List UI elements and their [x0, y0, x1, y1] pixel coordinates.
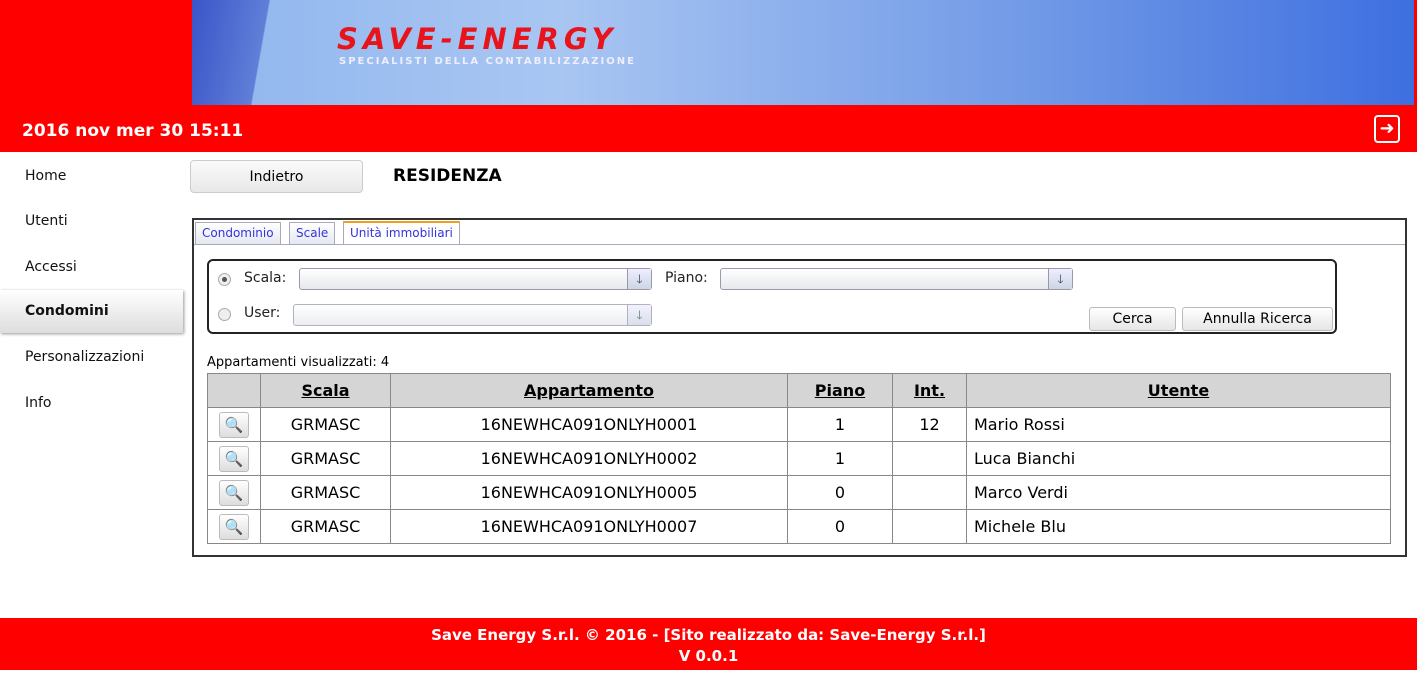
results-count: Appartamenti visualizzati: 4: [207, 355, 390, 370]
cell-scala: GRMASC: [260, 475, 391, 510]
user-label: User:: [244, 305, 281, 321]
cell-utente: Luca Bianchi: [966, 441, 1391, 476]
cell-utente: Mario Rossi: [966, 407, 1391, 442]
header-utente[interactable]: Utente: [966, 373, 1391, 408]
header-piano[interactable]: Piano: [787, 373, 893, 408]
cell-appartamento: 16NEWHCA091ONLYH0007: [390, 509, 788, 544]
cell-scala: GRMASC: [260, 509, 391, 544]
sidebar-item-utenti[interactable]: Utenti: [0, 200, 183, 243]
header-banner: SAVE-ENERGY SPECIALISTI DELLA CONTABILIZ…: [192, 0, 1417, 105]
cell-utente: Marco Verdi: [966, 475, 1391, 510]
header-action: [207, 373, 261, 408]
header-appartamento[interactable]: Appartamento: [390, 373, 788, 408]
piano-label: Piano:: [665, 270, 708, 286]
view-cell: 🔍: [207, 407, 261, 442]
back-button[interactable]: Indietro: [190, 160, 363, 193]
magnifier-icon[interactable]: 🔍: [219, 411, 249, 438]
cell-int: [892, 509, 967, 544]
scala-select[interactable]: 🡓: [299, 268, 652, 290]
logo-slogan: SPECIALISTI DELLA CONTABILIZZAZIONE: [339, 56, 636, 67]
tab-scale[interactable]: Scale: [289, 222, 336, 244]
cell-scala: GRMASC: [260, 441, 391, 476]
cell-int: 12: [892, 407, 967, 442]
table-row: 🔍 GRMASC 16NEWHCA091ONLYH0007 0 Michele Blu: [207, 509, 1391, 544]
table-row: 🔍 GRMASC 16NEWHCA091ONLYH0001 1 12 Mario Ross…: [207, 407, 1391, 442]
cell-appartamento: 16NEWHCA091ONLYH0002: [390, 441, 788, 476]
logo: SAVE-ENERGY: [337, 22, 618, 56]
sidebar-item-accessi[interactable]: Accessi: [0, 246, 183, 289]
tab-divider: [194, 244, 1405, 245]
magnifier-icon[interactable]: 🔍: [219, 513, 249, 540]
piano-select[interactable]: 🡓: [720, 268, 1073, 290]
cell-int: [892, 441, 967, 476]
building-image: [192, 0, 302, 105]
user-radio[interactable]: [218, 308, 231, 321]
sidebar-item-personalizzazioni[interactable]: Personalizzazioni: [0, 336, 183, 379]
view-cell: 🔍: [207, 441, 261, 476]
cell-piano: 0: [787, 475, 893, 510]
footer-copyright: Save Energy S.r.l. © 2016 - [Sito realiz…: [431, 626, 986, 644]
view-cell: 🔍: [207, 475, 261, 510]
tab-unita-immobiliari[interactable]: Unità immobiliari: [343, 221, 460, 244]
cell-appartamento: 16NEWHCA091ONLYH0005: [390, 475, 788, 510]
sidebar-item-condomini[interactable]: Condomini: [0, 290, 183, 333]
tab-condominio[interactable]: Condominio: [195, 222, 281, 244]
user-select[interactable]: 🡓: [293, 304, 652, 326]
footer-version: V 0.0.1: [678, 647, 739, 665]
scala-label: Scala:: [244, 270, 287, 286]
table-row: 🔍 GRMASC 16NEWHCA091ONLYH0002 1 Luca Bianchi: [207, 441, 1391, 476]
apartments-table: Scala Appartamento Piano Int. Utente 🔍 GR…: [207, 373, 1391, 544]
cancel-search-button[interactable]: Annulla Ricerca: [1182, 307, 1333, 331]
chevron-down-icon: 🡓: [627, 305, 651, 325]
sidebar-item-info[interactable]: Info: [0, 382, 183, 425]
cell-utente: Michele Blu: [966, 509, 1391, 544]
cell-scala: GRMASC: [260, 407, 391, 442]
cell-piano: 1: [787, 407, 893, 442]
footer: Save Energy S.r.l. © 2016 - [Sito realiz…: [0, 618, 1417, 670]
search-button[interactable]: Cerca: [1089, 307, 1176, 331]
header-left-red: [0, 0, 192, 105]
chevron-down-icon: 🡓: [1048, 269, 1072, 289]
logout-icon[interactable]: ➜: [1374, 115, 1400, 143]
table-row: 🔍 GRMASC 16NEWHCA091ONLYH0005 0 Marco Verdi: [207, 475, 1391, 510]
page-title: RESIDENZA: [393, 166, 502, 186]
datetime: 2016 nov mer 30 15:11: [22, 121, 244, 141]
header-int[interactable]: Int.: [892, 373, 967, 408]
header-scala[interactable]: Scala: [260, 373, 391, 408]
cell-appartamento: 16NEWHCA091ONLYH0001: [390, 407, 788, 442]
table-header-row: Scala Appartamento Piano Int. Utente: [207, 373, 1391, 408]
chevron-down-icon: 🡓: [627, 269, 651, 289]
sidebar-item-home[interactable]: Home: [0, 155, 183, 198]
magnifier-icon[interactable]: 🔍: [219, 445, 249, 472]
cell-piano: 0: [787, 509, 893, 544]
magnifier-icon[interactable]: 🔍: [219, 479, 249, 506]
cell-piano: 1: [787, 441, 893, 476]
cell-int: [892, 475, 967, 510]
scala-radio[interactable]: [218, 273, 231, 286]
view-cell: 🔍: [207, 509, 261, 544]
